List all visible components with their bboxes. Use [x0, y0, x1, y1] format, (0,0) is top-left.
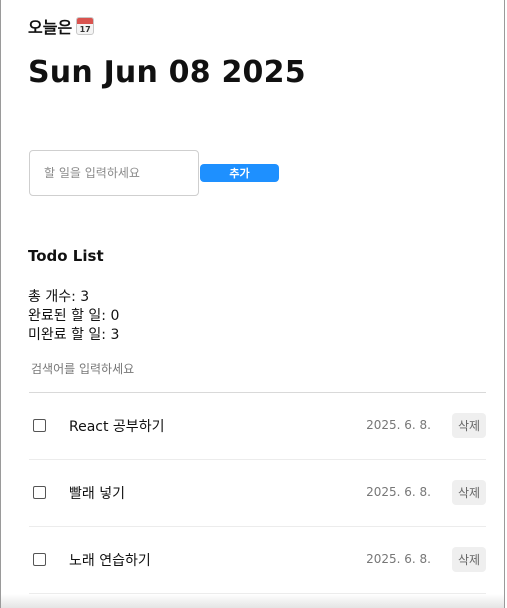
delete-button[interactable]: 삭제 [452, 480, 486, 505]
todo-list-heading: Todo List [28, 247, 104, 265]
todo-checkbox[interactable] [33, 553, 46, 566]
app-frame: 오늘은 17 Sun Jun 08 2025 추가 Todo List 총 개수… [0, 0, 505, 608]
calendar-icon-number: 17 [79, 25, 91, 34]
bottom-scroll-shadow [1, 594, 504, 608]
add-todo-button[interactable]: 추가 [200, 164, 279, 182]
todo-checkbox[interactable] [33, 486, 46, 499]
todo-stats: 총 개수: 3 완료된 할 일: 0 미완료 할 일: 3 [28, 288, 119, 345]
current-date-title: Sun Jun 08 2025 [28, 55, 306, 90]
todo-text: 노래 연습하기 [69, 553, 151, 569]
not-done-count-text: 미완료 할 일: 3 [28, 327, 120, 343]
search-input[interactable] [29, 358, 490, 380]
calendar-icon: 17 [76, 17, 95, 35]
todo-list: React 공부하기 2025. 6. 8. 삭제 빨래 넣기 2025. 6.… [29, 393, 486, 594]
delete-button[interactable]: 삭제 [452, 547, 486, 572]
total-count-text: 총 개수: 3 [28, 289, 90, 305]
todo-date: 2025. 6. 8. [366, 418, 431, 432]
delete-button[interactable]: 삭제 [452, 413, 486, 438]
todo-text: React 공부하기 [69, 419, 165, 435]
today-label: 오늘은 17 [28, 14, 95, 38]
todo-date: 2025. 6. 8. [366, 552, 431, 566]
today-label-text: 오늘은 [28, 18, 73, 37]
todo-item: React 공부하기 2025. 6. 8. 삭제 [29, 393, 486, 460]
todo-item: 빨래 넣기 2025. 6. 8. 삭제 [29, 460, 486, 527]
todo-date: 2025. 6. 8. [366, 485, 431, 499]
new-todo-input[interactable] [29, 150, 199, 196]
todo-item: 노래 연습하기 2025. 6. 8. 삭제 [29, 527, 486, 594]
todo-checkbox[interactable] [33, 419, 46, 432]
todo-text: 빨래 넣기 [69, 486, 125, 502]
done-count-text: 완료된 할 일: 0 [28, 308, 120, 324]
